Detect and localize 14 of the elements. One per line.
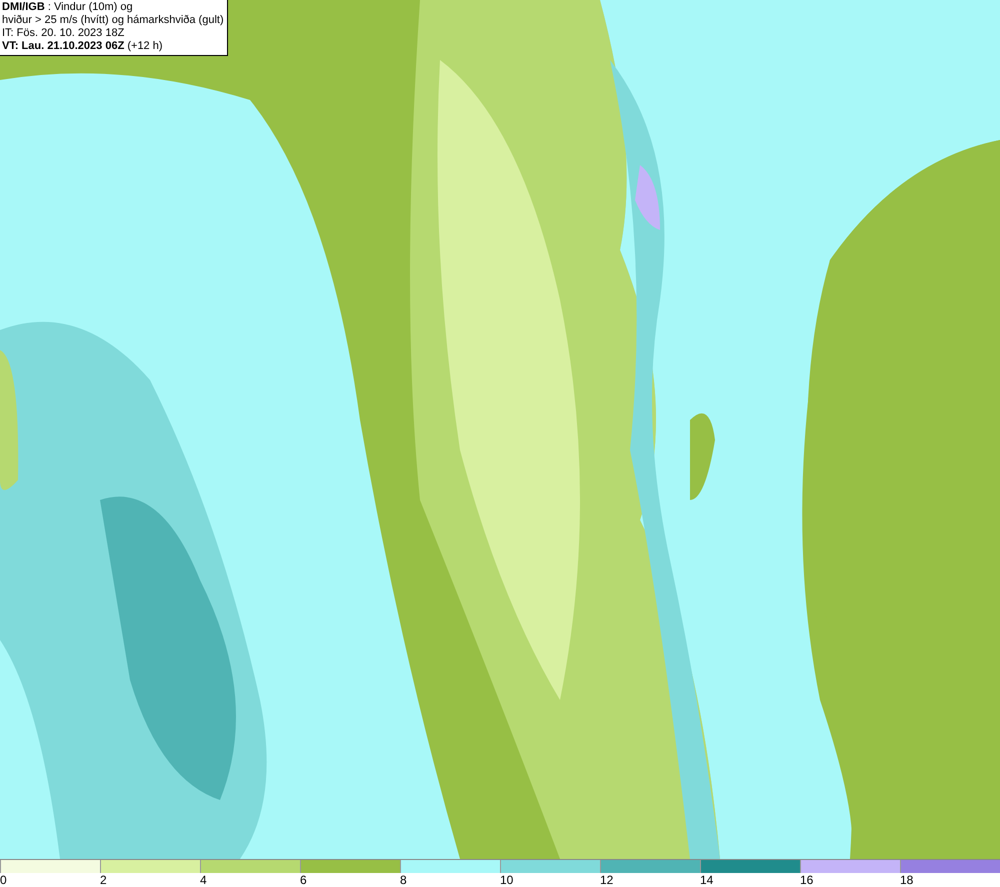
legend-label: 10 (500, 873, 514, 887)
title-line: hviður > 25 m/s (hvítt) og hámarkshviða (gult) (2, 14, 224, 27)
legend-label: 12 (600, 873, 614, 887)
legend-label: 16 (800, 873, 814, 887)
legend-label: 18 (900, 873, 914, 887)
legend-label: 6 (300, 873, 307, 887)
legend-label: 4 (200, 873, 207, 887)
title-line: DMI/IGB : Vindur (10m) og (2, 1, 134, 14)
title-line: VT: Lau. 21.10.2023 06Z (+12 h) (2, 40, 164, 53)
legend-label: 0 (0, 873, 7, 887)
legend-label: 8 (400, 873, 407, 887)
legend-label: 2 (100, 873, 107, 887)
title-line: IT: Fös. 20. 10. 2023 18Z (2, 27, 126, 40)
legend-label: 14 (700, 873, 714, 887)
